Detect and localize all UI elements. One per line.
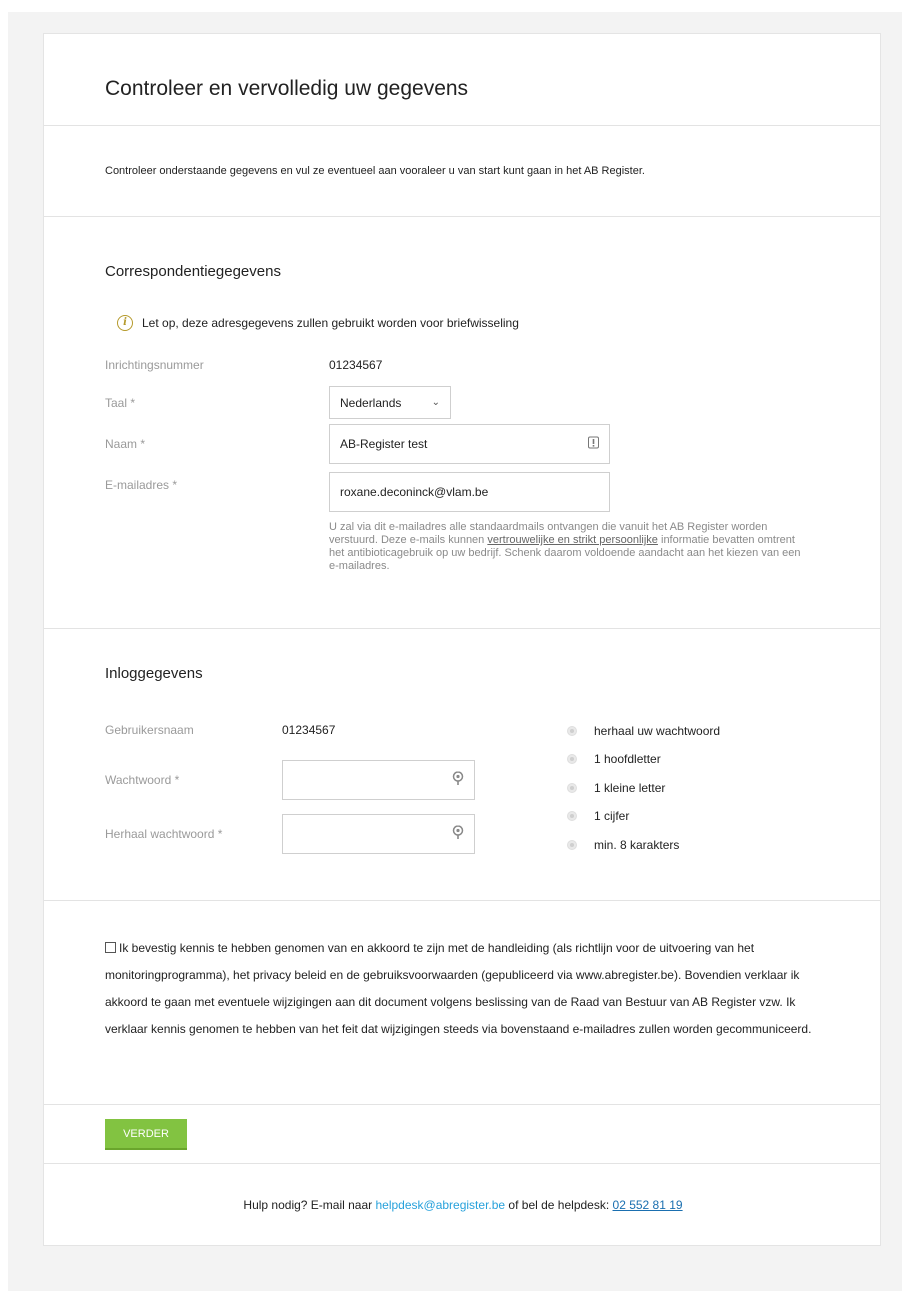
- naam-label: Naam *: [105, 437, 146, 451]
- password-rule: min. 8 karakters: [567, 830, 720, 859]
- divider: [44, 900, 880, 901]
- username-label: Gebruikersnaam: [105, 723, 194, 737]
- taal-selected-value: Nederlands: [340, 395, 402, 410]
- field-alert-icon: [588, 436, 599, 452]
- next-button[interactable]: Verder: [105, 1119, 187, 1150]
- email-input-value: roxane.deconinck@vlam.be: [340, 485, 489, 499]
- email-label: E-mailadres *: [105, 478, 178, 492]
- password-rule: 1 kleine letter: [567, 773, 720, 802]
- address-notice: i Let op, deze adresgegevens zullen gebr…: [117, 315, 519, 331]
- rule-text: herhaal uw wachtwoord: [594, 723, 721, 738]
- login-title: Inloggegevens: [105, 665, 203, 682]
- repeat-password-label: Herhaal wachtwoord *: [105, 827, 223, 841]
- taal-select[interactable]: Nederlands ⌄: [329, 386, 451, 419]
- inrichtingsnummer-value: 01234567: [329, 358, 383, 372]
- password-key-icon: [452, 771, 464, 789]
- chevron-down-icon: ⌄: [431, 397, 440, 408]
- rule-status-dot: [567, 782, 577, 793]
- page-background: Controleer en vervolledig uw gegevens Co…: [8, 12, 902, 1291]
- rule-text: 1 hoofdletter: [594, 752, 661, 766]
- help-footer: Hulp nodig? E-mail naar helpdesk@abregis…: [44, 1198, 882, 1212]
- form-card: Controleer en vervolledig uw gegevens Co…: [43, 33, 881, 1246]
- divider: [44, 125, 880, 126]
- password-rules: herhaal uw wachtwoord 1 hoofdletter 1 kl…: [567, 722, 720, 859]
- password-input[interactable]: [282, 760, 475, 800]
- password-rule: herhaal uw wachtwoord: [567, 716, 720, 745]
- divider: [44, 216, 880, 217]
- rule-text: min. 8 karakters: [594, 837, 680, 852]
- footer-middle: of bel de helpdesk:: [505, 1198, 613, 1212]
- password-label: Wachtwoord *: [105, 773, 180, 787]
- intro-text: Controleer onderstaande gegevens en vul …: [105, 165, 645, 177]
- password-rule: 1 cijfer: [567, 802, 720, 830]
- password-key-icon: [452, 825, 464, 843]
- helpdesk-email-link[interactable]: helpdesk@abregister.be: [375, 1198, 505, 1212]
- naam-input-value: AB-Register test: [340, 437, 428, 451]
- consent-text: Ik bevestig kennis te hebben genomen van…: [105, 941, 812, 1036]
- rule-status-dot: [567, 725, 577, 736]
- naam-input[interactable]: AB-Register test: [329, 424, 610, 464]
- email-input[interactable]: roxane.deconinck@vlam.be: [329, 472, 610, 512]
- rule-text: 1 cijfer: [594, 809, 630, 823]
- page-title: Controleer en vervolledig uw gegevens: [105, 77, 469, 100]
- helpdesk-phone-link[interactable]: 02 552 81 19: [613, 1198, 683, 1212]
- rule-text: 1 kleine letter: [594, 780, 666, 795]
- rule-status-dot: [567, 839, 577, 850]
- rule-status-dot: [567, 754, 577, 764]
- consent-block: Ik bevestig kennis te hebben genomen van…: [105, 935, 833, 1043]
- email-help-text: U zal via dit e-mailadres alle standaard…: [329, 521, 809, 573]
- divider: [44, 1104, 880, 1105]
- consent-checkbox[interactable]: [105, 942, 116, 953]
- password-rule: 1 hoofdletter: [567, 745, 720, 773]
- taal-label: Taal *: [105, 396, 136, 410]
- notice-text: Let op, deze adresgegevens zullen gebrui…: [142, 316, 519, 330]
- correspondence-title: Correspondentiegegevens: [105, 263, 281, 280]
- repeat-password-input[interactable]: [282, 814, 475, 854]
- rule-status-dot: [567, 811, 577, 821]
- footer-prefix: Hulp nodig? E-mail naar: [243, 1198, 376, 1212]
- username-value: 01234567: [282, 723, 336, 737]
- email-help-emphasis: vertrouwelijke en strikt persoonlijke: [487, 534, 658, 546]
- divider: [44, 1163, 880, 1164]
- divider: [44, 628, 880, 629]
- inrichtingsnummer-label: Inrichtingsnummer: [105, 358, 204, 372]
- info-icon: i: [117, 315, 133, 331]
